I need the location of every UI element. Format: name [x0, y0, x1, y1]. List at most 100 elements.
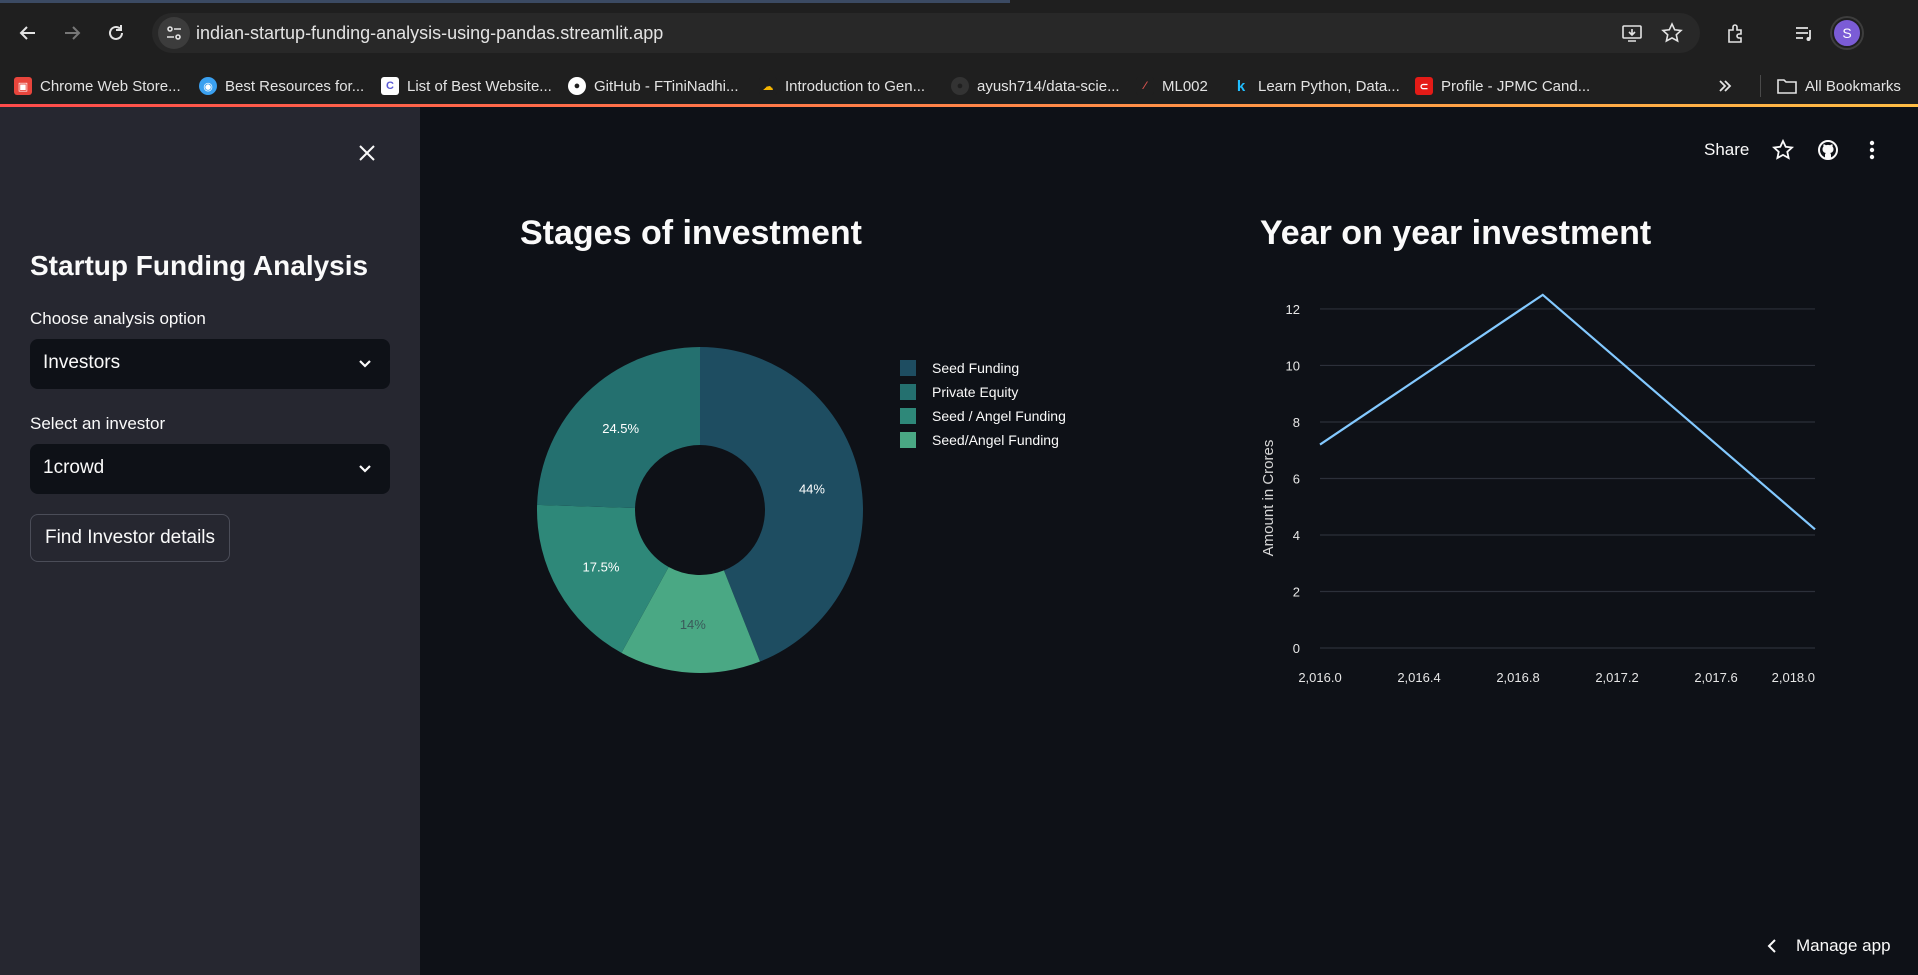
legend-item[interactable]: Seed Funding [900, 356, 1066, 380]
star-icon[interactable] [1771, 138, 1795, 162]
chevron-left-icon [1767, 939, 1776, 953]
google-cloud-icon: ☁ [759, 77, 777, 95]
bookmark-label: Learn Python, Data... [1258, 77, 1400, 95]
line-chart: 0 2 4 6 8 10 12 2,016.0 2,016.4 2,016.8 2,017.2 2,0… [1260, 293, 1816, 685]
bookmark-label: Best Resources for... [225, 77, 365, 95]
analysis-option-label: Choose analysis option [30, 309, 206, 328]
arrow-left-icon [19, 26, 35, 40]
double-chevron-right-icon [1719, 80, 1732, 92]
x-tick-label: 2,018.0 [1772, 670, 1815, 685]
site-info-button[interactable] [158, 17, 190, 49]
legend-item[interactable]: Seed/Angel Funding [900, 428, 1066, 452]
y-tick-label: 8 [1293, 415, 1300, 430]
page-load-progress [0, 0, 1010, 3]
chrome-web-store-icon: ▣ [14, 77, 32, 95]
bookmark-item[interactable]: ⊂ Profile - JPMC Cand... [1415, 75, 1590, 97]
more-bookmarks-button[interactable] [1716, 75, 1734, 97]
bookmark-label: ML002 [1162, 77, 1208, 95]
bookmark-label: GitHub - FTiniNadhi... [594, 77, 739, 95]
oracle-icon: ⊂ [1415, 77, 1433, 95]
back-button[interactable] [14, 19, 42, 47]
investor-select[interactable]: 1crowd [30, 444, 390, 494]
x-tick-label: 2,016.4 [1397, 670, 1440, 685]
y-tick-label: 12 [1286, 302, 1300, 317]
legend-swatch [900, 432, 916, 448]
bookmark-item[interactable]: ● GitHub - FTiniNadhi... [568, 75, 739, 97]
extensions-icon[interactable] [1722, 19, 1750, 47]
analysis-option-select[interactable]: Investors [30, 339, 390, 389]
bookmark-label: List of Best Website... [407, 77, 552, 95]
sidebar-title: Startup Funding Analysis [30, 250, 369, 281]
legend-swatch [900, 360, 916, 376]
arrow-right-icon [65, 26, 81, 40]
pie-slice-label: 17.5% [583, 559, 620, 574]
x-tick-label: 2,017.6 [1694, 670, 1737, 685]
x-tick-label: 2,016.8 [1496, 670, 1539, 685]
media-controls-icon[interactable] [1790, 19, 1818, 47]
investor-value: 1crowd [43, 457, 105, 478]
chevron-down-icon [359, 465, 371, 473]
line-series[interactable] [1319, 293, 1816, 531]
manage-app-label: Manage app [1796, 936, 1891, 955]
chevron-down-icon [359, 360, 371, 368]
browser-toolbar: indian-startup-funding-analysis-using-pa… [0, 0, 1918, 66]
folder-icon [1777, 79, 1797, 94]
bookmark-item[interactable]: C List of Best Website... [381, 75, 552, 97]
y-tick-label: 6 [1293, 471, 1300, 486]
install-app-icon[interactable] [1620, 21, 1644, 45]
github-icon: ● [568, 77, 586, 95]
bookmark-star-icon[interactable] [1660, 21, 1684, 45]
bookmark-label: Chrome Web Store... [40, 77, 181, 95]
legend-swatch [900, 384, 916, 400]
y-tick-label: 10 [1286, 358, 1300, 373]
bookmark-label: Profile - JPMC Cand... [1441, 77, 1591, 95]
forward-button[interactable] [58, 19, 86, 47]
share-button[interactable]: Share [1704, 140, 1749, 160]
address-bar[interactable]: indian-startup-funding-analysis-using-pa… [152, 13, 1700, 53]
url-text[interactable]: indian-startup-funding-analysis-using-pa… [196, 23, 663, 44]
pie-legend: Seed Funding Private Equity Seed / Angel… [900, 356, 1066, 452]
find-investor-details-button[interactable]: Find Investor details [30, 514, 230, 562]
close-sidebar-button[interactable] [354, 140, 380, 166]
bookmarks-bar: ▣ Chrome Web Store... ◉ Best Resources f… [0, 66, 1918, 104]
x-tick-label: 2,017.2 [1595, 670, 1638, 685]
pen-icon: ⁄ [1136, 77, 1154, 95]
pie-chart-title: Stages of investment [520, 214, 862, 252]
x-tick-label: 2,016.0 [1298, 670, 1341, 685]
github-icon: ● [951, 77, 969, 95]
y-tick-label: 0 [1293, 641, 1300, 656]
profile-avatar[interactable]: S [1832, 18, 1862, 48]
pie-chart: 44% 14% 17.5% 24.5% [537, 347, 863, 673]
legend-label: Seed / Angel Funding [932, 408, 1066, 424]
bookmark-item[interactable]: ● ayush714/data-scie... [951, 75, 1120, 97]
legend-swatch [900, 408, 916, 424]
legend-item[interactable]: Private Equity [900, 380, 1066, 404]
bookmark-item[interactable]: ☁ Introduction to Gen... [759, 75, 925, 97]
analysis-option-value: Investors [43, 352, 121, 373]
pie-slice-label: 24.5% [602, 421, 639, 436]
manage-app-button[interactable]: Manage app [1766, 936, 1891, 956]
legend-label: Seed/Angel Funding [932, 432, 1059, 448]
all-bookmarks-button[interactable]: All Bookmarks [1760, 75, 1901, 97]
bookmark-item[interactable]: ◉ Best Resources for... [199, 75, 364, 97]
k-icon: k [1232, 77, 1250, 95]
reload-icon [109, 25, 123, 40]
legend-label: Private Equity [932, 384, 1019, 400]
github-icon[interactable] [1816, 138, 1840, 162]
all-bookmarks-label: All Bookmarks [1805, 77, 1901, 95]
c-logo-icon: C [381, 77, 399, 95]
legend-item[interactable]: Seed / Angel Funding [900, 404, 1066, 428]
bookmark-label: Introduction to Gen... [785, 77, 926, 95]
close-icon [359, 145, 375, 161]
bookmark-item[interactable]: ⁄ ML002 [1136, 75, 1208, 97]
reload-button[interactable] [102, 19, 130, 47]
tune-icon [167, 26, 181, 40]
legend-label: Seed Funding [932, 360, 1020, 376]
bookmark-item[interactable]: k Learn Python, Data... [1232, 75, 1400, 97]
more-vertical-icon[interactable] [1860, 138, 1884, 162]
pie-slice-label: 44% [799, 482, 825, 497]
line-chart-title: Year on year investment [1260, 214, 1652, 252]
globe-icon: ◉ [199, 77, 217, 95]
bookmark-item[interactable]: ▣ Chrome Web Store... [14, 75, 181, 97]
bookmark-label: ayush714/data-scie... [977, 77, 1120, 95]
